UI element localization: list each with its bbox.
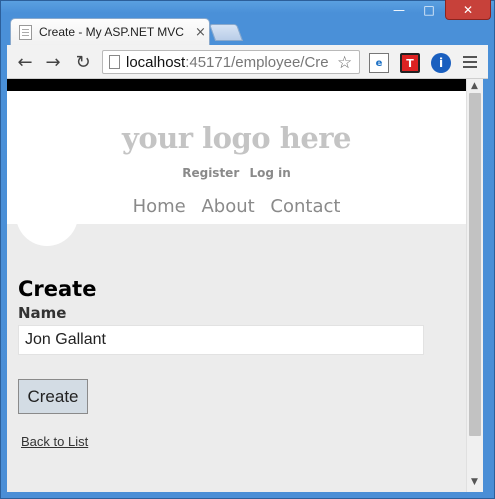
scroll-down-icon[interactable]: ▼ — [471, 477, 478, 487]
browser-tab[interactable]: Create - My ASP.NET MVC × — [10, 18, 210, 45]
login-link[interactable]: Log in — [249, 166, 290, 180]
back-arrow-icon[interactable]: ← — [13, 51, 37, 73]
nav-contact-link[interactable]: Contact — [270, 196, 340, 217]
name-label: Name — [18, 304, 67, 322]
site-logo[interactable]: your logo here — [7, 121, 466, 155]
maximize-button[interactable]: □ — [415, 0, 443, 20]
page-title: Create — [18, 277, 97, 301]
new-tab-button[interactable] — [208, 24, 244, 41]
forward-arrow-icon[interactable]: → — [41, 51, 65, 73]
close-tab-icon[interactable]: × — [195, 25, 206, 40]
info-extension-icon[interactable]: i — [431, 53, 451, 73]
register-link[interactable]: Register — [182, 166, 239, 180]
tab-title: Create - My ASP.NET MVC — [39, 25, 184, 39]
scroll-up-icon[interactable]: ▲ — [471, 81, 478, 91]
page-icon — [109, 55, 120, 69]
minimize-button[interactable]: — — [385, 0, 413, 20]
account-links: Register Log in — [7, 166, 466, 180]
page-favicon-icon — [19, 24, 32, 40]
browser-toolbar: ← → ↻ localhost:45171/employee/Cre ☆ e T… — [7, 45, 488, 79]
scrollbar-thumb[interactable] — [469, 93, 481, 436]
address-bar[interactable]: localhost:45171/employee/Cre — [102, 50, 360, 74]
create-form: Create Name Jon Gallant Create Back to L… — [18, 277, 458, 449]
vertical-scrollbar[interactable]: ▲ ▼ — [466, 79, 483, 492]
bookmark-star-icon[interactable]: ☆ — [337, 53, 352, 73]
url-host: localhost — [126, 53, 186, 71]
url-path: :45171/employee/Cre — [185, 53, 329, 71]
create-button[interactable]: Create — [18, 379, 88, 414]
chrome-menu-icon[interactable] — [463, 56, 477, 68]
ie-tab-extension-icon[interactable]: e — [369, 53, 389, 73]
nav-about-link[interactable]: About — [201, 196, 254, 217]
page-viewport: your logo here Register Log in Home Abou… — [7, 79, 466, 492]
name-input[interactable]: Jon Gallant — [18, 325, 424, 355]
decorative-circle — [16, 184, 78, 246]
reload-icon[interactable]: ↻ — [71, 51, 95, 73]
close-window-button[interactable]: ✕ — [445, 0, 491, 20]
t-extension-icon[interactable]: T — [400, 53, 420, 73]
nav-home-link[interactable]: Home — [133, 196, 186, 217]
back-to-list-link[interactable]: Back to List — [21, 434, 458, 449]
top-black-bar — [7, 79, 466, 91]
